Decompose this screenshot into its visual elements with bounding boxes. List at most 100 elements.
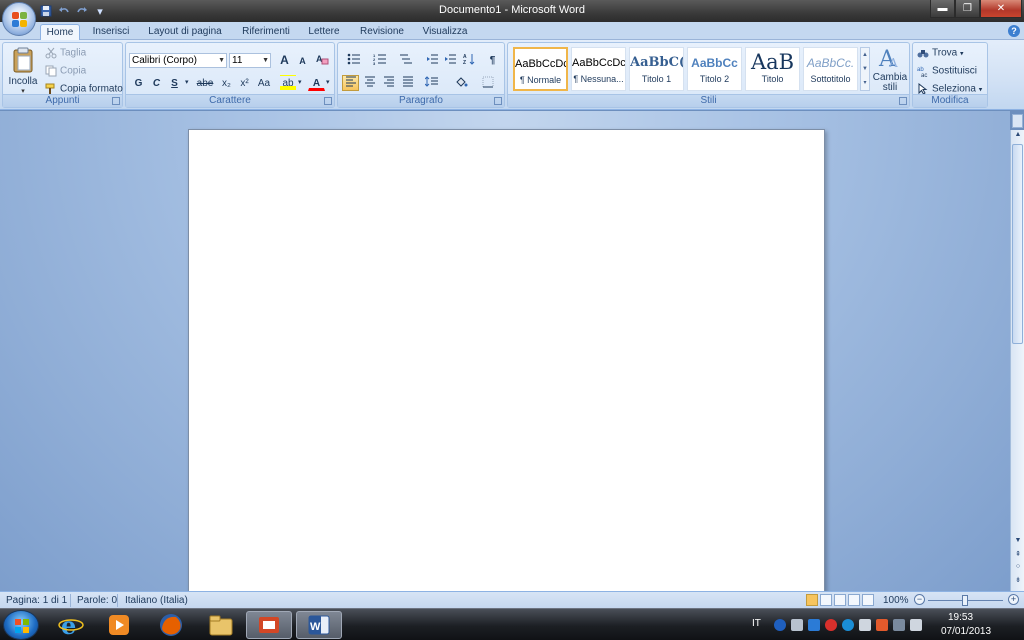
language-indicator[interactable]: Italiano (Italia): [125, 595, 188, 606]
scroll-up-arrow[interactable]: ▲: [1013, 131, 1023, 138]
word-icon[interactable]: W: [296, 611, 342, 639]
copy-button[interactable]: Copia: [45, 65, 86, 77]
subscript-button[interactable]: x₂: [218, 75, 235, 91]
media-player-icon[interactable]: [96, 611, 142, 639]
tab-visualizza[interactable]: Visualizza: [418, 24, 472, 40]
style-titolo[interactable]: AaB Titolo: [745, 47, 800, 91]
style-titolo-1[interactable]: AaBbC( Titolo 1: [629, 47, 684, 91]
save-icon[interactable]: [38, 3, 54, 19]
chevron-down-icon[interactable]: ▾: [185, 78, 189, 86]
minimize-button[interactable]: ▬: [930, 0, 955, 18]
clock-date[interactable]: 07/01/2013: [941, 626, 991, 637]
find-button[interactable]: Trova ▾: [917, 47, 964, 59]
cut-button[interactable]: Taglia: [45, 47, 86, 59]
explorer-icon[interactable]: [198, 611, 244, 639]
network-app-icon[interactable]: [774, 619, 786, 631]
vertical-scrollbar[interactable]: ▲ ▼ ⇞ ○ ⇟: [1010, 130, 1024, 591]
line-spacing-button[interactable]: [420, 75, 444, 91]
language-bar[interactable]: IT: [752, 618, 761, 629]
print-layout-view-button[interactable]: [806, 594, 818, 606]
align-center-button[interactable]: [361, 75, 378, 91]
multilevel-list-button[interactable]: [394, 52, 418, 68]
style-normale[interactable]: AaBbCcDc ¶ Normale: [513, 47, 568, 91]
previous-page-button[interactable]: ⇞: [1013, 550, 1023, 558]
zoom-out-button[interactable]: −: [914, 594, 925, 605]
bold-button[interactable]: G: [130, 75, 147, 91]
customize-qat-button[interactable]: ▾: [92, 3, 108, 19]
tab-revisione[interactable]: Revisione: [356, 24, 408, 40]
flag-icon[interactable]: [859, 619, 871, 631]
tab-layout[interactable]: Layout di pagina: [145, 24, 225, 40]
chevron-down-icon[interactable]: ▾: [298, 78, 302, 86]
shading-button[interactable]: [450, 75, 472, 91]
zoom-in-button[interactable]: +: [1008, 594, 1019, 605]
align-right-button[interactable]: [380, 75, 397, 91]
zoom-slider-knob[interactable]: [962, 595, 968, 606]
increase-indent-button[interactable]: [442, 52, 459, 68]
paste-button[interactable]: Incolla ▾: [6, 45, 40, 95]
clock-time[interactable]: 19:53: [948, 612, 973, 623]
next-page-button[interactable]: ⇟: [1013, 576, 1023, 584]
font-name-combo[interactable]: Calibri (Corpo) ▼: [129, 53, 227, 68]
antivirus-icon[interactable]: [825, 619, 837, 631]
font-launcher-button[interactable]: [324, 97, 332, 105]
chevron-down-icon[interactable]: ▾: [326, 78, 330, 86]
tab-riferimenti[interactable]: Riferimenti: [236, 24, 296, 40]
update-icon[interactable]: [876, 619, 888, 631]
draft-view-button[interactable]: [862, 594, 874, 606]
underline-button[interactable]: S: [166, 75, 183, 91]
clipboard-launcher-button[interactable]: [112, 97, 120, 105]
network-signal-icon[interactable]: [893, 619, 905, 631]
change-styles-button[interactable]: AA Cambia stili: [872, 46, 908, 94]
grow-font-button[interactable]: A: [276, 52, 293, 68]
word-count[interactable]: Parole: 0: [77, 595, 117, 606]
font-size-combo[interactable]: 11 ▼: [229, 53, 271, 68]
view-ruler-button[interactable]: [1012, 114, 1023, 128]
align-left-button[interactable]: [342, 75, 359, 91]
browse-object-button[interactable]: ○: [1013, 563, 1023, 570]
sort-button[interactable]: AZ: [461, 52, 478, 68]
style-sottotitolo[interactable]: AaBbCc. Sottotitolo: [803, 47, 858, 91]
document-page[interactable]: [188, 129, 825, 591]
clear-formatting-button[interactable]: A: [314, 52, 331, 68]
internet-explorer-icon[interactable]: e: [48, 611, 94, 639]
firefox-icon[interactable]: [148, 611, 194, 639]
page-count[interactable]: Pagina: 1 di 1: [6, 595, 67, 606]
tab-inserisci[interactable]: Inserisci: [88, 24, 134, 40]
strikethrough-button[interactable]: abe: [194, 75, 216, 91]
redo-icon[interactable]: [74, 3, 90, 19]
zotero-icon[interactable]: [808, 619, 820, 631]
shrink-font-button[interactable]: A: [294, 53, 311, 69]
highlight-button[interactable]: ab: [280, 75, 296, 91]
full-screen-view-button[interactable]: [820, 594, 832, 606]
office-button[interactable]: [2, 2, 36, 36]
scroll-down-arrow[interactable]: ▼: [1013, 537, 1023, 544]
numbering-button[interactable]: 123: [368, 52, 392, 68]
maximize-button[interactable]: ❐: [955, 0, 980, 18]
tab-lettere[interactable]: Lettere: [304, 24, 344, 40]
outline-view-button[interactable]: [848, 594, 860, 606]
styles-launcher-button[interactable]: [899, 97, 907, 105]
borders-button[interactable]: [476, 75, 500, 91]
style-nessuna[interactable]: AaBbCcDc ¶ Nessuna...: [571, 47, 626, 91]
replace-button[interactable]: ab ac Sostituisci: [917, 65, 977, 79]
volume-icon[interactable]: [910, 619, 922, 631]
zoom-level[interactable]: 100%: [883, 595, 909, 606]
web-layout-view-button[interactable]: [834, 594, 846, 606]
monitor-icon[interactable]: [791, 619, 803, 631]
show-marks-button[interactable]: ¶: [484, 52, 501, 68]
styles-scroll[interactable]: ▲ ▼ ▾: [860, 47, 870, 91]
italic-button[interactable]: C: [148, 75, 165, 91]
font-color-button[interactable]: A: [308, 75, 325, 91]
close-button[interactable]: ✕: [980, 0, 1022, 18]
scrollbar-thumb[interactable]: [1012, 144, 1023, 344]
powerpoint-icon[interactable]: [246, 611, 292, 639]
style-titolo-2[interactable]: AaBbCc Titolo 2: [687, 47, 742, 91]
paragraph-launcher-button[interactable]: [494, 97, 502, 105]
help-icon[interactable]: ?: [1008, 25, 1020, 37]
tab-home[interactable]: Home: [40, 24, 80, 41]
decrease-indent-button[interactable]: [424, 52, 441, 68]
bullets-button[interactable]: [342, 52, 366, 68]
justify-button[interactable]: [399, 75, 416, 91]
start-button[interactable]: [3, 610, 39, 640]
